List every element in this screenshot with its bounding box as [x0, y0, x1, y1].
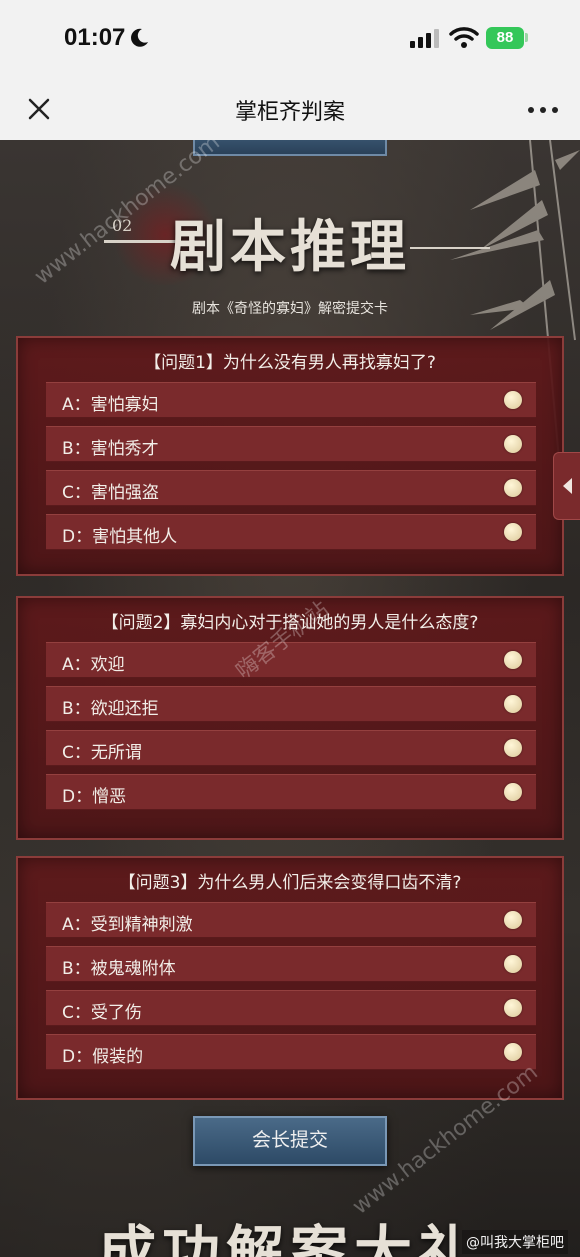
signal-icon — [410, 29, 439, 48]
wifi-icon — [449, 27, 479, 48]
radio-circle-icon[interactable] — [504, 695, 522, 713]
radio-circle-icon[interactable] — [504, 911, 522, 929]
submit-button[interactable]: 会长提交 — [193, 1116, 387, 1166]
option-d[interactable]: D：假装的 — [46, 1034, 536, 1070]
radio-circle-icon[interactable] — [504, 651, 522, 669]
radio-circle-icon[interactable] — [504, 479, 522, 497]
radio-circle-icon[interactable] — [504, 391, 522, 409]
radio-circle-icon[interactable] — [504, 1043, 522, 1061]
question-card-2: 【问题2】寡妇内心对于搭讪她的男人是什么态度? A：欢迎 B：欲迎还拒 C：无所… — [16, 596, 564, 840]
section-heading: 剧本推理 — [170, 214, 410, 280]
option-label: D：假装的 — [62, 1047, 144, 1067]
option-b[interactable]: B：害怕秀才 — [46, 426, 536, 462]
option-label: D：憎恶 — [62, 787, 127, 807]
question-card-3: 【问题3】为什么男人们后来会变得口齿不清? A：受到精神刺激 B：被鬼魂附体 C… — [16, 856, 564, 1100]
more-icon[interactable] — [526, 100, 560, 120]
option-label: B：被鬼魂附体 — [62, 959, 176, 979]
option-label: B：欲迎还拒 — [62, 699, 159, 719]
question-card-1: 【问题1】为什么没有男人再找寡妇了? A：害怕寡妇 B：害怕秀才 C：害怕强盗 … — [16, 336, 564, 576]
moon-icon — [131, 28, 148, 47]
option-a[interactable]: A：受到精神刺激 — [46, 902, 536, 938]
radio-circle-icon[interactable] — [504, 739, 522, 757]
status-time: 01:07 — [64, 24, 126, 51]
author-credit: @叫我大掌柜吧 — [462, 1230, 568, 1254]
radio-circle-icon[interactable] — [504, 435, 522, 453]
section-subtitle: 剧本《奇怪的寡妇》解密提交卡 — [192, 301, 388, 317]
page-title: 掌柜齐判案 — [234, 100, 345, 125]
option-b[interactable]: B：被鬼魂附体 — [46, 946, 536, 982]
question-title: 【问题3】为什么男人们后来会变得口齿不清? — [118, 873, 462, 893]
option-d[interactable]: D：害怕其他人 — [46, 514, 536, 550]
radio-circle-icon[interactable] — [504, 955, 522, 973]
chevron-left-icon — [563, 478, 572, 494]
question-title: 【问题2】寡妇内心对于搭讪她的男人是什么态度? — [101, 613, 479, 633]
option-label: A：受到精神刺激 — [62, 915, 193, 935]
option-label: D：害怕其他人 — [62, 527, 178, 547]
battery-tip — [525, 33, 528, 42]
option-c[interactable]: C：害怕强盗 — [46, 470, 536, 506]
option-a[interactable]: A：害怕寡妇 — [46, 382, 536, 418]
option-label: C：无所谓 — [62, 743, 142, 763]
option-label: C：害怕强盗 — [62, 483, 159, 503]
option-d[interactable]: D：憎恶 — [46, 774, 536, 810]
option-b[interactable]: B：欲迎还拒 — [46, 686, 536, 722]
radio-circle-icon[interactable] — [504, 523, 522, 541]
option-label: B：害怕秀才 — [62, 439, 159, 459]
option-c[interactable]: C：无所谓 — [46, 730, 536, 766]
option-a[interactable]: A：欢迎 — [46, 642, 536, 678]
radio-circle-icon[interactable] — [504, 999, 522, 1017]
option-label: C：受了伤 — [62, 1003, 142, 1023]
status-bar: 01:07 88 — [0, 0, 580, 78]
side-expand-tab[interactable] — [553, 452, 580, 520]
title-bar: 掌柜齐判案 — [0, 78, 580, 140]
question-title: 【问题1】为什么没有男人再找寡妇了? — [144, 353, 436, 373]
option-label: A：害怕寡妇 — [62, 395, 159, 415]
top-button-stub[interactable] — [193, 140, 387, 156]
radio-circle-icon[interactable] — [504, 783, 522, 801]
option-label: A：欢迎 — [62, 655, 125, 675]
battery-indicator: 88 — [486, 27, 524, 49]
page-content: 02 剧本推理 剧本《奇怪的寡妇》解密提交卡 【问题1】为什么没有男人再找寡妇了… — [0, 140, 580, 1257]
option-c[interactable]: C：受了伤 — [46, 990, 536, 1026]
